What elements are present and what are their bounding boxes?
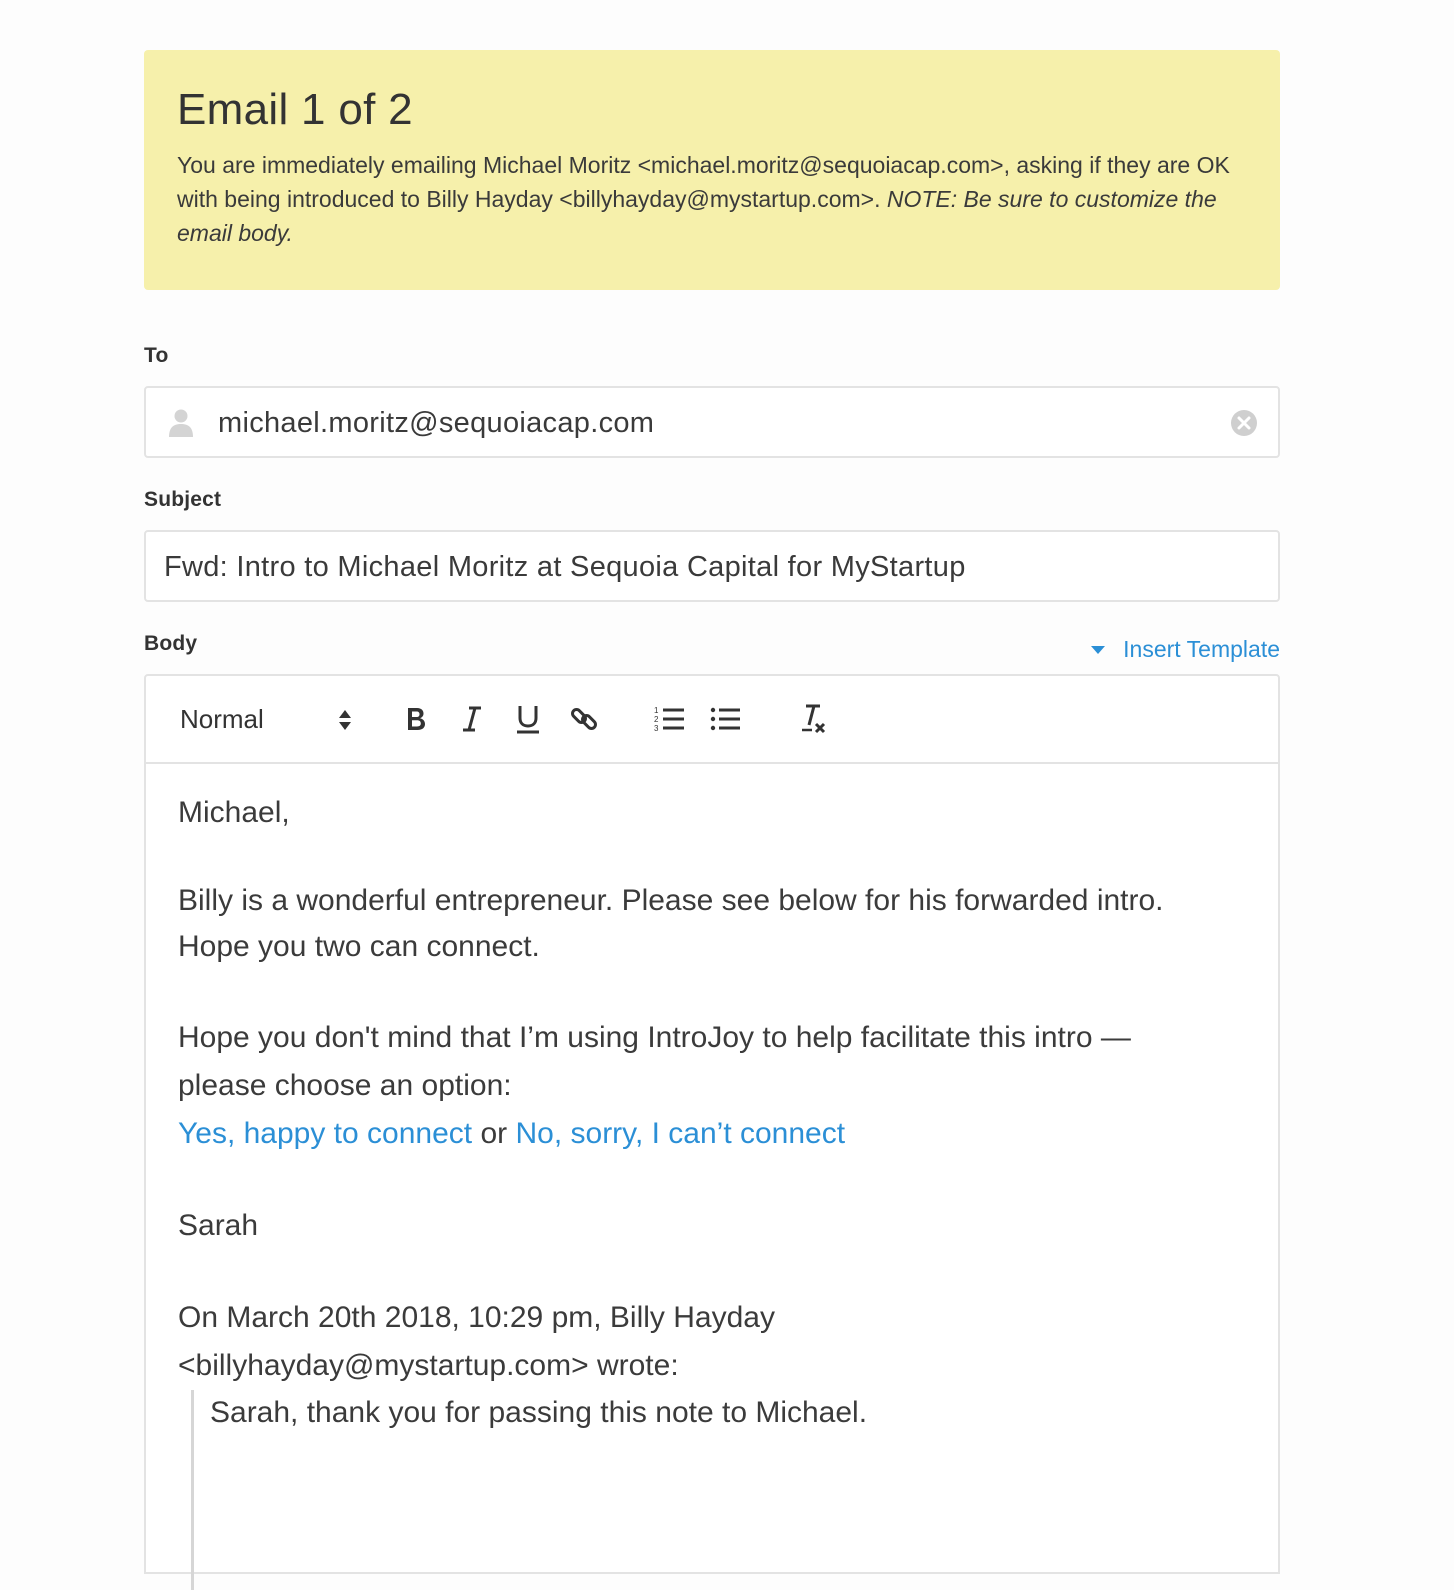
caret-down-icon bbox=[1091, 645, 1106, 654]
yes-connect-link[interactable]: Yes, happy to connect bbox=[178, 1117, 472, 1150]
body-paragraph-line: Hope you don't mind that I’m using Intro… bbox=[178, 1021, 1131, 1054]
clear-format-icon[interactable] bbox=[794, 676, 834, 762]
format-select-value: Normal bbox=[180, 703, 264, 734]
up-down-arrows-icon bbox=[338, 709, 352, 731]
link-icon[interactable] bbox=[566, 676, 602, 762]
body-greeting: Michael, bbox=[178, 796, 290, 829]
banner-description: You are immediately emailing Michael Mor… bbox=[177, 148, 1248, 250]
banner-title: Email 1 of 2 bbox=[177, 85, 413, 134]
body-signature: Sarah bbox=[178, 1209, 259, 1242]
person-icon bbox=[168, 408, 194, 438]
body-editor[interactable]: Normal 1 2 3 Michael, Billy is a wonderf… bbox=[144, 674, 1280, 1590]
ordered-list-icon[interactable]: 1 2 3 bbox=[650, 676, 690, 762]
clear-circle-icon[interactable] bbox=[1230, 409, 1258, 437]
body-paragraph-line: please choose an option: bbox=[178, 1069, 512, 1102]
svg-text:1: 1 bbox=[654, 706, 659, 715]
options-separator: or bbox=[472, 1117, 516, 1150]
insert-template-dropdown[interactable]: Insert Template bbox=[1091, 636, 1280, 663]
svg-text:2: 2 bbox=[654, 715, 659, 724]
to-label: To bbox=[144, 344, 169, 367]
svg-text:3: 3 bbox=[654, 724, 659, 733]
email-compose-form: Email 1 of 2 You are immediately emailin… bbox=[144, 50, 1280, 1590]
quote-header-line: <billyhayday@mystartup.com> wrote: bbox=[178, 1349, 679, 1382]
to-field[interactable]: michael.moritz@sequoiacap.com bbox=[144, 386, 1280, 458]
subject-label: Subject bbox=[144, 488, 222, 511]
quote-header-line: On March 20th 2018, 10:29 pm, Billy Hayd… bbox=[178, 1301, 775, 1334]
underline-icon[interactable] bbox=[510, 676, 546, 762]
options-line: Yes, happy to connect or No, sorry, I ca… bbox=[178, 1110, 1246, 1158]
subject-input-value[interactable]: Fwd: Intro to Michael Moritz at Sequoia … bbox=[164, 532, 966, 602]
bold-icon[interactable] bbox=[398, 676, 434, 762]
to-recipient-value[interactable]: michael.moritz@sequoiacap.com bbox=[218, 388, 654, 458]
format-select[interactable]: Normal bbox=[180, 676, 352, 762]
body-paragraph-line: Billy is a wonderful entrepreneur. Pleas… bbox=[178, 884, 1164, 917]
editor-toolbar: Normal 1 2 3 bbox=[146, 676, 1278, 764]
insert-template-label: Insert Template bbox=[1123, 636, 1280, 662]
italic-icon[interactable] bbox=[454, 676, 490, 762]
body-label: Body bbox=[144, 632, 198, 655]
subject-field[interactable]: Fwd: Intro to Michael Moritz at Sequoia … bbox=[144, 530, 1280, 602]
body-paragraph-line: Hope you two can connect. bbox=[178, 930, 540, 963]
email-info-banner: Email 1 of 2 You are immediately emailin… bbox=[144, 50, 1280, 290]
editor-content[interactable]: Michael, Billy is a wonderful entreprene… bbox=[146, 764, 1278, 1590]
bullet-list-icon[interactable] bbox=[706, 676, 746, 762]
quoted-message: Sarah, thank you for passing this note t… bbox=[191, 1390, 1246, 1590]
quoted-text: Sarah, thank you for passing this note t… bbox=[210, 1396, 868, 1429]
no-connect-link[interactable]: No, sorry, I can’t connect bbox=[515, 1117, 845, 1150]
